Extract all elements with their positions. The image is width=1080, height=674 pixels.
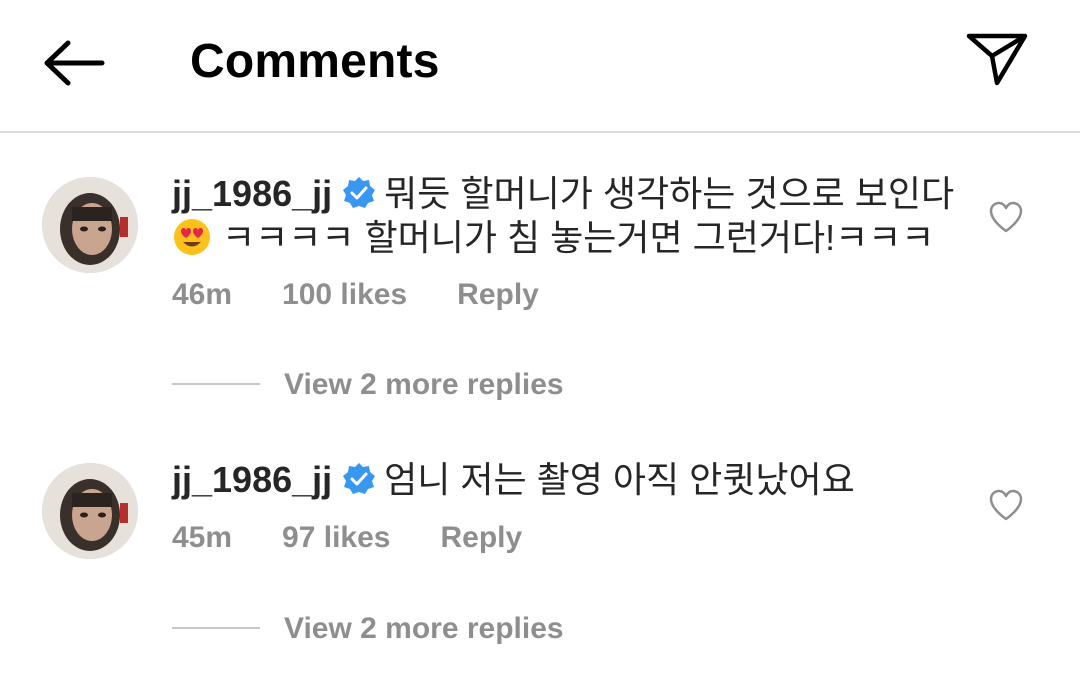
verified-badge-icon bbox=[343, 463, 376, 494]
comments-header: Comments bbox=[0, 0, 1080, 133]
page-title: Comments bbox=[190, 35, 440, 88]
comment-body-line1: 뭐듯 할머니가 생각하는 것으로 보인다 bbox=[384, 173, 955, 214]
arrow-left-icon bbox=[44, 40, 105, 86]
view-more-replies[interactable]: View 2 more replies bbox=[172, 612, 564, 646]
share-button[interactable] bbox=[964, 30, 1030, 88]
comment-time: 45m bbox=[172, 521, 233, 554]
comment-text: jj_1986_jj 엄니 저는 촬영 아직 안큇났어요 bbox=[172, 458, 962, 502]
reply-button[interactable]: Reply bbox=[440, 521, 522, 554]
comment-body-line2: ㅋㅋㅋㅋ 할머니가 침 놓는거면 그런거다!ㅋㅋㅋ bbox=[222, 217, 935, 258]
comment-username[interactable]: jj_1986_jj bbox=[172, 459, 332, 500]
profile-photo bbox=[42, 463, 138, 559]
comment-body-line1: 엄니 저는 촬영 아직 안큇났어요 bbox=[384, 459, 855, 500]
profile-photo bbox=[42, 177, 138, 273]
replies-divider-line bbox=[172, 627, 260, 630]
heart-eyes-emoji-icon bbox=[174, 219, 210, 255]
back-button[interactable] bbox=[40, 38, 106, 88]
heart-icon[interactable] bbox=[988, 488, 1024, 522]
comment-likes[interactable]: 97 likes bbox=[282, 521, 390, 554]
verified-badge-icon bbox=[343, 177, 376, 208]
comment-text: jj_1986_jj 뭐듯 할머니가 생각하는 것으로 보인다 ㅋㅋㅋㅋ 할머니가… bbox=[172, 172, 962, 260]
replies-divider-line bbox=[172, 383, 260, 386]
heart-icon[interactable] bbox=[988, 200, 1024, 234]
comment-meta: 45m 97 likes Reply bbox=[172, 521, 572, 555]
view-replies-label: View 2 more replies bbox=[284, 368, 564, 401]
comment-username[interactable]: jj_1986_jj bbox=[172, 173, 332, 214]
comment-meta: 46m 100 likes Reply bbox=[172, 278, 589, 312]
comment-likes[interactable]: 100 likes bbox=[282, 278, 407, 311]
avatar[interactable] bbox=[42, 463, 138, 559]
avatar[interactable] bbox=[42, 177, 138, 273]
paper-plane-icon bbox=[966, 33, 1028, 86]
view-more-replies[interactable]: View 2 more replies bbox=[172, 368, 564, 402]
reply-button[interactable]: Reply bbox=[457, 278, 539, 311]
comment-time: 46m bbox=[172, 278, 233, 311]
view-replies-label: View 2 more replies bbox=[284, 612, 564, 645]
